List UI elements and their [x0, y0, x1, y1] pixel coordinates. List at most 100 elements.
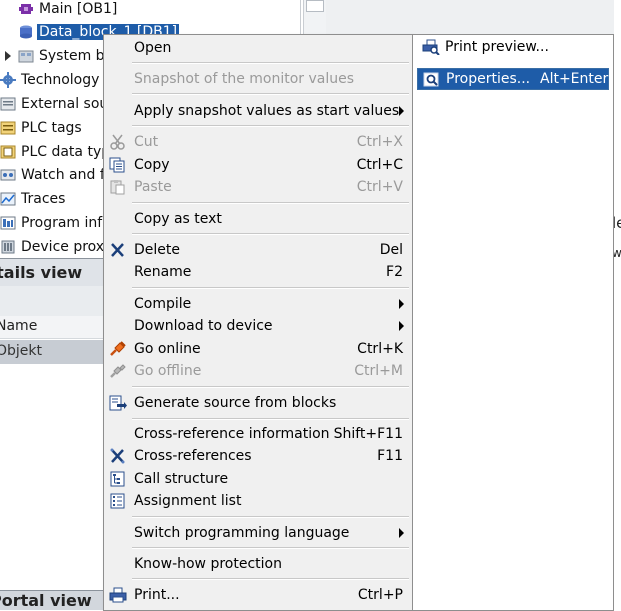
tree-item-label: Watch and fo [21, 166, 114, 183]
menu-item-label: Apply snapshot values as start values [134, 103, 400, 119]
generate-source-icon [109, 395, 127, 411]
details-selected-value: Objekt [0, 343, 43, 359]
menu-item-shortcut: Ctrl+V [356, 179, 403, 195]
tree-item-device-proxy[interactable]: Device proxy [0, 235, 112, 258]
menu-separator [132, 233, 409, 235]
tree-item-plc-data-types[interactable]: PLC data typ [0, 140, 110, 163]
menu-item-cross-references[interactable]: Cross-references F11 [104, 445, 412, 467]
menu-item-print-preview[interactable]: Print preview... [417, 36, 609, 58]
menu-item-shortcut: Del [379, 242, 403, 258]
details-view-title: Details view [0, 263, 83, 282]
menu-item-go-offline[interactable]: Go offline Ctrl+M [104, 360, 412, 382]
tree-item-plc-tags[interactable]: PLC tags [0, 116, 82, 139]
scissors-icon [109, 134, 127, 150]
secondary-menu-panel: Print preview... Properties... Alt+Enter [413, 34, 614, 611]
portal-view-header[interactable]: Portal view [0, 590, 103, 610]
menu-item-properties[interactable]: Properties... Alt+Enter [417, 68, 609, 90]
menu-item-call-structure[interactable]: Call structure [104, 468, 412, 490]
menu-item-shortcut: Alt+Enter [540, 71, 609, 87]
menu-item-shortcut: F11 [377, 448, 403, 464]
technology-icon [0, 71, 16, 88]
menu-item-shortcut: Ctrl+X [356, 134, 403, 150]
block-ob-icon [18, 1, 34, 17]
menu-item-download-to-device[interactable]: Download to device [104, 315, 412, 337]
menu-item-label: Download to device [134, 318, 273, 334]
details-view-header[interactable]: Details view [0, 258, 103, 288]
database-icon [18, 24, 34, 40]
cross-references-icon [109, 448, 127, 464]
details-column-header[interactable]: Name [0, 316, 103, 339]
menu-item-shortcut: Ctrl+C [356, 157, 403, 173]
menu-item-label: Delete [134, 242, 180, 258]
traces-icon [0, 191, 16, 207]
menu-item-rename[interactable]: Rename F2 [104, 261, 412, 283]
menu-item-label: Cross-reference information [134, 426, 330, 442]
tree-item-system-blocks[interactable]: System b [18, 44, 105, 67]
expand-arrow-icon[interactable] [5, 51, 11, 61]
printer-icon [109, 587, 127, 603]
menu-item-label: Assignment list [134, 493, 242, 509]
menu-item-cut[interactable]: Cut Ctrl+X [104, 131, 412, 153]
print-preview-icon [422, 39, 440, 56]
details-toolbar-area [0, 286, 103, 316]
delete-x-icon [109, 242, 127, 258]
menu-item-open[interactable]: Open [104, 37, 412, 59]
copy-icon [109, 157, 127, 173]
tree-item-label: Device proxy [21, 238, 113, 255]
watch-tables-icon [0, 167, 16, 183]
menu-item-label: Snapshot of the monitor values [134, 71, 355, 87]
details-column-label: Name [0, 318, 38, 334]
menu-item-label: Go online [134, 341, 201, 357]
menu-item-generate-source[interactable]: Generate source from blocks [104, 392, 412, 414]
details-selected-row[interactable]: Objekt [0, 340, 103, 364]
menu-item-switch-programming-language[interactable]: Switch programming language [104, 522, 412, 544]
menu-item-apply-snapshot-values[interactable]: Apply snapshot values as start values [104, 100, 412, 122]
submenu-arrow-icon [399, 106, 404, 116]
context-menu: Open Snapshot of the monitor values Appl… [103, 34, 413, 611]
scrollbar-thumb[interactable] [306, 0, 324, 12]
menu-separator [132, 418, 409, 420]
menu-item-label: Print preview... [445, 39, 549, 55]
menu-item-label: Know-how protection [134, 556, 282, 572]
tree-item-watch-tables[interactable]: Watch and fo [0, 163, 113, 186]
tree-item-label: System b [39, 47, 105, 64]
paste-icon [109, 179, 127, 195]
menu-item-print[interactable]: Print... Ctrl+P [104, 584, 412, 606]
tree-item-main-ob1[interactable]: Main [OB1] [18, 0, 117, 20]
portal-view-title: Portal view [0, 591, 92, 610]
tree-item-technology-objects[interactable]: Technology o [0, 68, 112, 91]
tree-item-label: Main [OB1] [39, 0, 118, 17]
menu-item-know-how-protection[interactable]: Know-how protection [104, 553, 412, 575]
menu-separator [132, 202, 409, 204]
device-proxy-icon [0, 239, 16, 255]
menu-item-compile[interactable]: Compile [104, 293, 412, 315]
menu-separator [132, 516, 409, 518]
menu-item-cross-reference-information[interactable]: Cross-reference information Shift+F11 [104, 423, 412, 445]
tree-item-program-info[interactable]: Program info [0, 211, 111, 234]
menu-item-label: Open [134, 40, 172, 56]
plc-tags-icon [0, 120, 16, 136]
submenu-arrow-icon [399, 321, 404, 331]
menu-item-label: Generate source from blocks [134, 395, 337, 411]
plc-data-types-icon [0, 144, 16, 160]
program-info-icon [0, 215, 16, 231]
menu-item-paste[interactable]: Paste Ctrl+V [104, 176, 412, 198]
menu-item-delete[interactable]: Delete Del [104, 239, 412, 261]
tree-item-traces[interactable]: Traces [0, 187, 65, 210]
tree-item-external-source[interactable]: External sou [0, 92, 108, 115]
menu-separator [132, 287, 409, 289]
menu-item-label: Paste [134, 179, 172, 195]
call-structure-icon [109, 471, 127, 487]
menu-item-snapshot-monitor-values[interactable]: Snapshot of the monitor values [104, 68, 412, 90]
menu-separator [132, 578, 409, 580]
tree-item-label: Program info [21, 214, 111, 231]
go-offline-icon [109, 363, 127, 379]
system-blocks-icon [18, 48, 34, 64]
tree-item-label: Technology o [21, 71, 113, 88]
menu-item-go-online[interactable]: Go online Ctrl+K [104, 338, 412, 360]
menu-item-copy-as-text[interactable]: Copy as text [104, 208, 412, 230]
assignment-list-icon [109, 493, 127, 509]
menu-item-copy[interactable]: Copy Ctrl+C [104, 154, 412, 176]
menu-item-assignment-list[interactable]: Assignment list [104, 490, 412, 512]
tree-item-label: PLC tags [21, 119, 82, 136]
